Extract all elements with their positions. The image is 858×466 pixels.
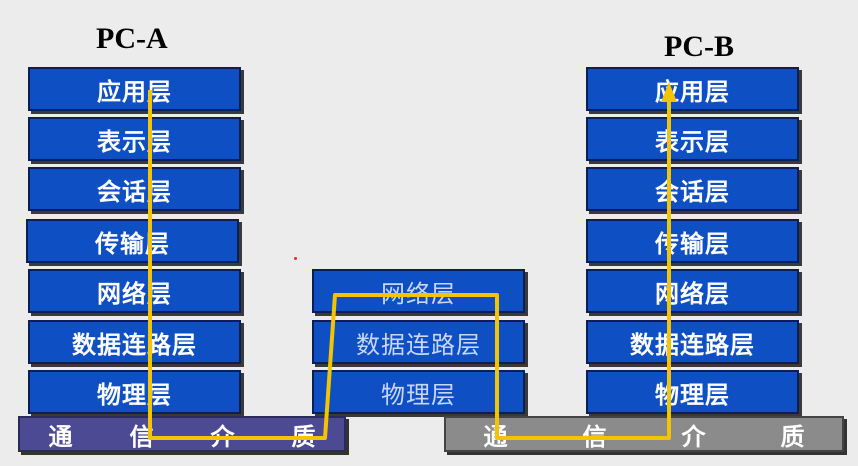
pc-b-title: PC-B (664, 30, 734, 63)
pc-b-network-layer: 网络层 (586, 269, 799, 313)
medium-left: 通 信 介 质 (18, 416, 346, 452)
medium-right-char: 介 (681, 421, 706, 451)
pc-a-title: PC-A (96, 22, 168, 55)
router-network-layer: 网络层 (312, 269, 525, 313)
medium-left-char: 介 (210, 421, 235, 451)
pc-b-presentation-layer: 表示层 (586, 117, 799, 161)
stray-dot (294, 257, 297, 260)
pc-a-network-layer: 网络层 (28, 269, 241, 313)
pc-a-application-layer: 应用层 (28, 67, 241, 111)
router-physical-layer: 物理层 (312, 370, 525, 414)
medium-left-char: 通 (48, 421, 73, 451)
pc-a-datalink-layer: 数据连路层 (28, 320, 241, 364)
pc-b-transport-layer: 传输层 (586, 219, 799, 263)
pc-a-transport-layer: 传输层 (26, 219, 239, 263)
medium-left-char: 质 (291, 421, 316, 451)
pc-b-session-layer: 会话层 (586, 167, 799, 211)
medium-right-char: 质 (780, 421, 805, 451)
medium-right-char: 通 (483, 421, 508, 451)
medium-right: 通 信 介 质 (444, 416, 844, 452)
medium-left-char: 信 (129, 421, 154, 451)
pc-b-datalink-layer: 数据连路层 (586, 320, 799, 364)
pc-b-physical-layer: 物理层 (586, 370, 799, 414)
pc-a-physical-layer: 物理层 (28, 370, 241, 414)
router-datalink-layer: 数据连路层 (312, 320, 525, 364)
pc-b-application-layer: 应用层 (586, 67, 799, 111)
pc-a-presentation-layer: 表示层 (28, 117, 241, 161)
medium-right-char: 信 (582, 421, 607, 451)
pc-a-session-layer: 会话层 (28, 167, 241, 211)
